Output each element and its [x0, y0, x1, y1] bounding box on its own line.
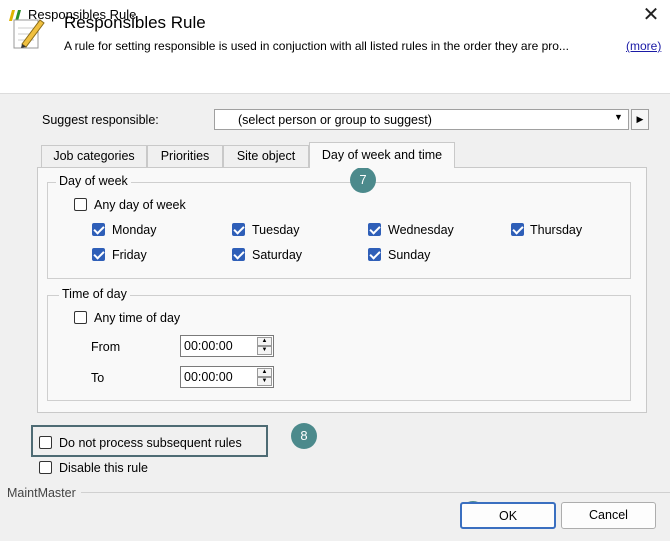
day-of-week-title: Day of week	[56, 174, 131, 188]
friday-checkbox[interactable]	[92, 248, 105, 261]
wednesday-checkbox[interactable]	[368, 223, 381, 236]
to-down-arrow-icon[interactable]: ▼	[257, 377, 272, 386]
to-label: To	[91, 371, 105, 385]
notepad-pencil-icon	[13, 19, 45, 49]
monday-checkbox[interactable]	[92, 223, 105, 236]
cancel-button[interactable]: Cancel	[561, 502, 656, 529]
tuesday-label: Tuesday	[252, 223, 300, 237]
from-time-input[interactable]: 00:00:00 ▲ ▼	[180, 335, 274, 357]
saturday-checkbox[interactable]	[232, 248, 245, 261]
to-time-value: 00:00:00	[184, 370, 233, 384]
to-up-arrow-icon[interactable]: ▲	[257, 368, 272, 377]
step-badge-7: 7	[350, 167, 376, 193]
sunday-checkbox[interactable]	[368, 248, 381, 261]
tab-priorities[interactable]: Priorities	[147, 145, 223, 167]
any-day-label: Any day of week	[94, 198, 186, 212]
tuesday-checkbox[interactable]	[232, 223, 245, 236]
any-time-checkbox[interactable]	[74, 311, 87, 324]
footer-separator	[81, 492, 670, 493]
suggest-responsible-label: Suggest responsible:	[42, 113, 159, 127]
tab-day-of-week-and-time[interactable]: Day of week and time	[309, 142, 455, 168]
disable-rule-checkbox[interactable]	[39, 461, 52, 474]
from-time-value: 00:00:00	[184, 339, 233, 353]
close-icon[interactable]: ✕	[640, 4, 662, 26]
thursday-checkbox[interactable]	[511, 223, 524, 236]
thursday-label: Thursday	[530, 223, 583, 237]
tab-site-object[interactable]: Site object	[223, 145, 309, 167]
brand-label: MaintMaster	[7, 486, 76, 500]
ok-button[interactable]: OK	[460, 502, 556, 529]
from-label: From	[91, 340, 121, 354]
from-down-arrow-icon[interactable]: ▼	[257, 346, 272, 355]
header-description: A rule for setting responsible is used i…	[64, 39, 569, 53]
any-day-checkbox[interactable]	[74, 198, 87, 211]
suggest-responsible-value: (select person or group to suggest)	[238, 113, 432, 127]
disable-rule-label: Disable this rule	[59, 461, 148, 475]
any-time-label: Any time of day	[94, 311, 181, 325]
dropdown-arrow-icon[interactable]: ▼	[614, 112, 623, 122]
more-link[interactable]: (more)	[626, 39, 661, 53]
do-not-process-label: Do not process subsequent rules	[59, 436, 242, 450]
to-time-input[interactable]: 00:00:00 ▲ ▼	[180, 366, 274, 388]
sunday-label: Sunday	[388, 248, 431, 262]
monday-label: Monday	[112, 223, 157, 237]
suggest-browse-button[interactable]: ▶	[631, 109, 649, 130]
friday-label: Friday	[112, 248, 147, 262]
do-not-process-checkbox[interactable]	[39, 436, 52, 449]
wednesday-label: Wednesday	[388, 223, 454, 237]
step-badge-8: 8	[291, 423, 317, 449]
from-up-arrow-icon[interactable]: ▲	[257, 337, 272, 346]
saturday-label: Saturday	[252, 248, 303, 262]
tab-job-categories[interactable]: Job categories	[41, 145, 147, 167]
time-of-day-title: Time of day	[59, 287, 130, 301]
header-title: Responsibles Rule	[64, 13, 206, 32]
